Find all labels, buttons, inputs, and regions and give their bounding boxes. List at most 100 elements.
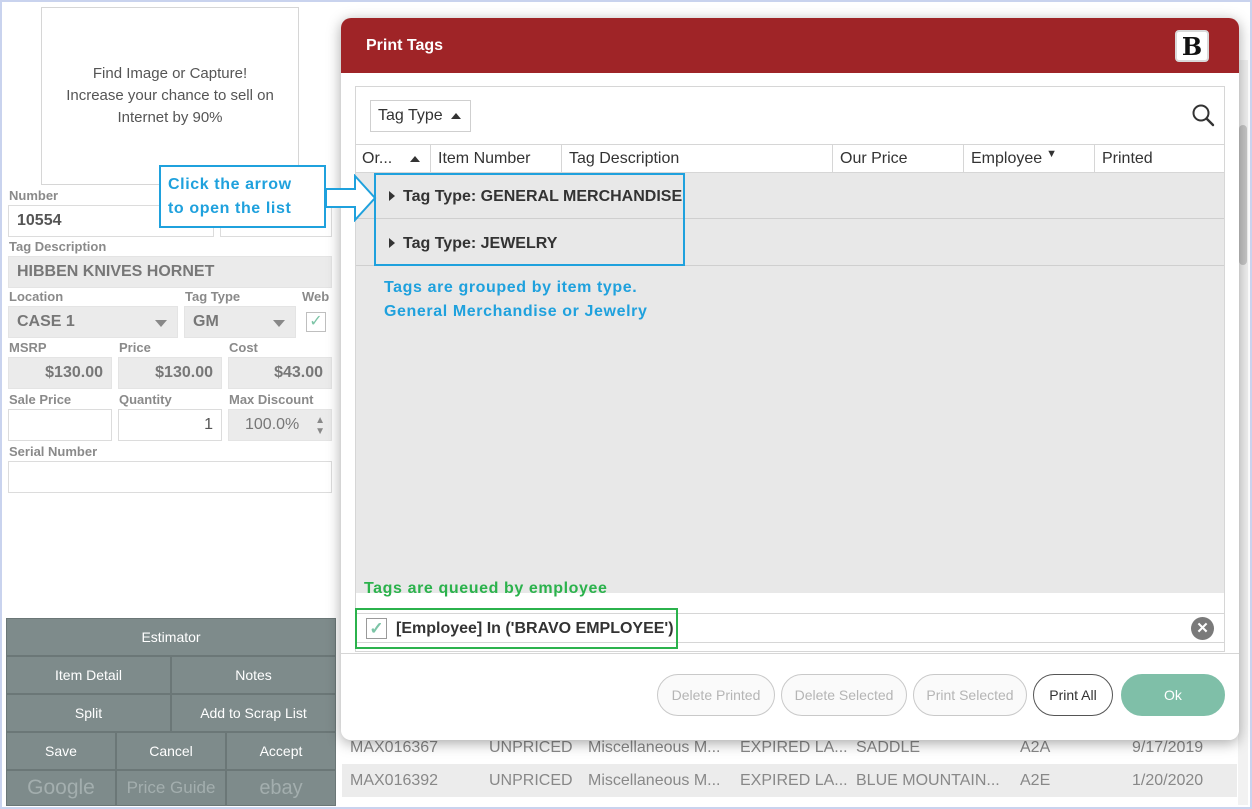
column-header-employee-label: Employee (971, 150, 1043, 167)
sort-ascending-icon (450, 113, 461, 119)
row-status: UNPRICED (489, 739, 573, 756)
ebay-button[interactable]: ebay (226, 770, 336, 806)
spin-down-icon[interactable]: ▼ (315, 427, 325, 437)
image-prompt-line-1: Find Image or Capture! (92, 65, 248, 82)
scrollbar-thumb[interactable] (1239, 125, 1247, 265)
image-capture-placeholder[interactable]: Find Image or Capture! Increase your cha… (41, 7, 299, 185)
group-by-label: Tag Type (378, 107, 443, 124)
spin-up-icon[interactable]: ▲ (315, 416, 325, 426)
table-row[interactable]: MAX016392 UNPRICED Miscellaneous M... EX… (342, 764, 1237, 797)
save-button[interactable]: Save (6, 732, 116, 770)
notes-button[interactable]: Notes (171, 656, 336, 694)
tag-type-select[interactable]: GM (184, 306, 296, 338)
max-discount-value: 100.0% (245, 416, 300, 433)
msrp-field[interactable]: $130.00 (8, 357, 112, 389)
column-header-row: Or... Item Number Tag Description Our Pr… (356, 144, 1224, 173)
estimator-button[interactable]: Estimator (6, 618, 336, 656)
row-description: SADDLE (856, 739, 921, 756)
sort-ascending-icon (410, 156, 421, 162)
tag-type-label: Tag Type (185, 289, 241, 304)
serial-number-field[interactable] (8, 461, 332, 493)
msrp-label: MSRP (9, 340, 47, 355)
row-date: 9/17/2019 (1132, 739, 1204, 756)
column-header-printed[interactable]: Printed (1094, 145, 1224, 173)
grouped-note-line-2: General Merchandise or Jewelry (384, 303, 648, 320)
quantity-field[interactable]: 1 (118, 409, 222, 441)
row-status: UNPRICED (489, 772, 573, 789)
column-header-order-label: Or... (362, 150, 393, 167)
annotation-highlight-groups (374, 173, 685, 266)
print-all-button[interactable]: Print All (1033, 674, 1113, 716)
row-date: 1/20/2020 (1132, 772, 1204, 789)
callout-line-2: to open the list (168, 200, 292, 217)
column-header-item-number[interactable]: Item Number (430, 145, 561, 173)
annotation-callout: Click the arrow to open the list (159, 165, 326, 228)
annotation-queued-note: Tags are queued by employee (364, 580, 608, 597)
tags-grid: Tag Type Or... Item Number Tag Descripti… (355, 86, 1225, 652)
dialog-header: Print Tags B (341, 18, 1239, 73)
chevron-down-icon (155, 320, 167, 327)
max-discount-label: Max Discount (229, 392, 314, 407)
serial-number-label: Serial Number (9, 444, 98, 459)
annotation-highlight-filter (355, 608, 678, 649)
column-header-employee[interactable]: Employee ▼ (963, 145, 1094, 173)
row-location: A2E (1020, 772, 1051, 789)
row-location: A2A (1020, 739, 1051, 756)
chevron-down-icon (273, 320, 285, 327)
row-state: EXPIRED LA... (740, 739, 848, 756)
sale-price-label: Sale Price (9, 392, 72, 407)
annotation-grouped-note: Tags are grouped by item type. General M… (384, 276, 647, 324)
delete-selected-button[interactable]: Delete Selected (781, 674, 907, 716)
split-button[interactable]: Split (6, 694, 171, 732)
cancel-button[interactable]: Cancel (116, 732, 226, 770)
web-label: Web (302, 289, 330, 304)
web-checkbox[interactable]: ✓ (306, 312, 326, 332)
page-scrollbar[interactable] (1238, 60, 1248, 805)
tag-type-value: GM (193, 313, 219, 330)
clear-filter-icon[interactable]: ✕ (1191, 617, 1214, 640)
action-button-grid: Estimator Item Detail Notes Split Add to… (6, 618, 336, 806)
google-button[interactable]: Google (6, 770, 116, 806)
ok-button[interactable]: Ok (1121, 674, 1225, 716)
row-id: MAX016392 (350, 772, 439, 789)
cost-label: Cost (229, 340, 258, 355)
quantity-label: Quantity (119, 392, 172, 407)
column-header-tag-description[interactable]: Tag Description (561, 145, 832, 173)
column-header-order[interactable]: Or... (356, 145, 430, 173)
search-icon[interactable] (1190, 102, 1216, 128)
row-category: Miscellaneous M... (588, 772, 721, 789)
column-header-our-price[interactable]: Our Price (832, 145, 963, 173)
dialog-footer: Delete Printed Delete Selected Print Sel… (341, 653, 1239, 740)
arrow-right-icon (325, 174, 377, 222)
add-to-scrap-list-button[interactable]: Add to Scrap List (171, 694, 336, 732)
row-state: EXPIRED LA... (740, 772, 848, 789)
grouped-note-line-1: Tags are grouped by item type. (384, 279, 638, 296)
brand-logo-icon: B (1175, 30, 1209, 62)
price-field[interactable]: $130.00 (118, 357, 222, 389)
sale-price-field[interactable] (8, 409, 112, 441)
check-icon: ✓ (309, 313, 323, 330)
location-select[interactable]: CASE 1 (8, 306, 178, 338)
row-category: Miscellaneous M... (588, 739, 721, 756)
delete-printed-button[interactable]: Delete Printed (657, 674, 775, 716)
callout-line-1: Click the arrow (168, 176, 292, 193)
dialog-title: Print Tags (366, 37, 444, 54)
row-id: MAX016367 (350, 739, 439, 756)
row-description: BLUE MOUNTAIN... (856, 772, 1000, 789)
print-selected-button[interactable]: Print Selected (913, 674, 1027, 716)
location-value: CASE 1 (17, 313, 75, 330)
price-guide-button[interactable]: Price Guide (116, 770, 226, 806)
tag-description-field[interactable]: HIBBEN KNIVES HORNET (8, 256, 332, 288)
tag-description-label: Tag Description (9, 239, 107, 254)
image-prompt-line-2: Increase your chance to sell on (66, 87, 274, 104)
cost-field[interactable]: $43.00 (228, 357, 332, 389)
item-detail-button[interactable]: Item Detail (6, 656, 171, 694)
image-prompt-line-3: Internet by 90% (117, 109, 223, 126)
location-label: Location (9, 289, 64, 304)
price-label: Price (119, 340, 151, 355)
number-label: Number (9, 188, 59, 203)
filter-funnel-icon[interactable]: ▼ (1046, 148, 1057, 160)
accept-button[interactable]: Accept (226, 732, 336, 770)
max-discount-stepper[interactable]: 100.0% ▲ ▼ (228, 409, 332, 441)
group-by-tag-type-chip[interactable]: Tag Type (370, 100, 471, 132)
